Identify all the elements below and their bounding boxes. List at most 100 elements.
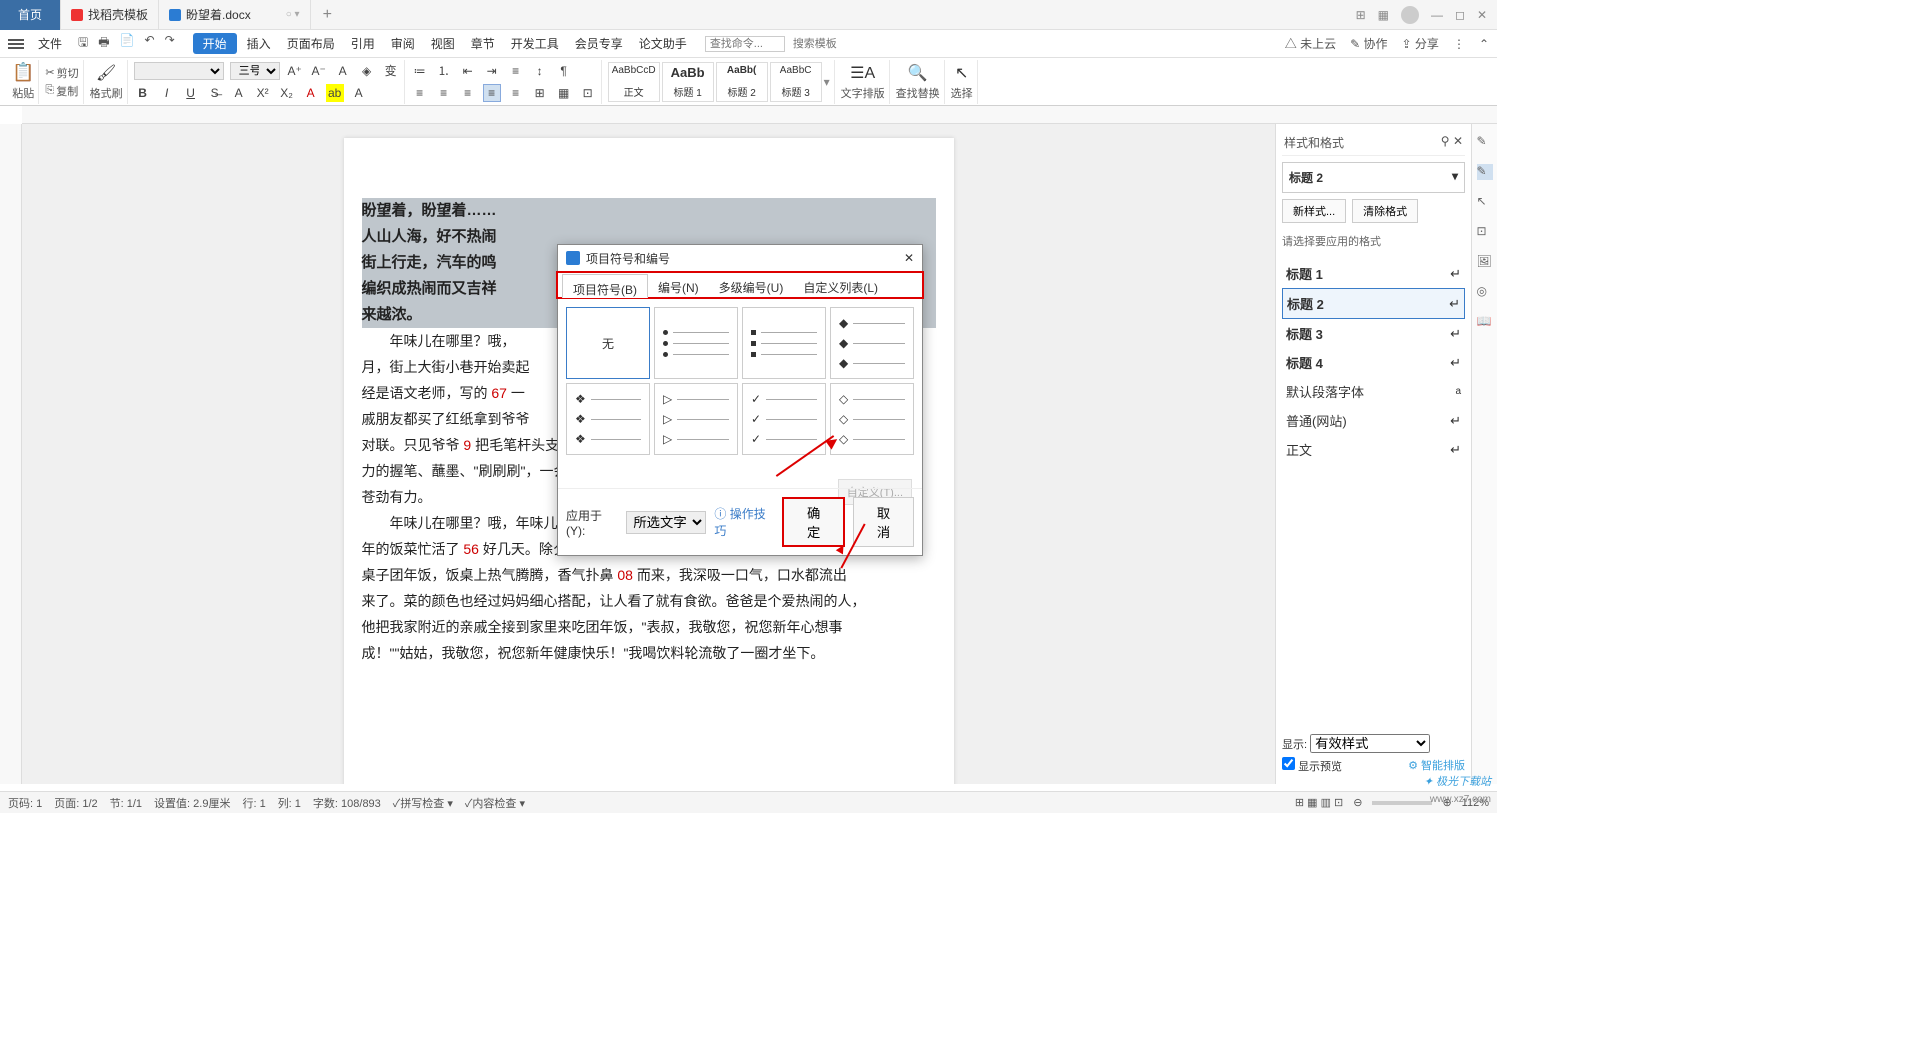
style-item[interactable]: 标题 1↵: [1282, 259, 1465, 288]
align-dist[interactable]: ≡: [507, 84, 525, 102]
char-scale[interactable]: A: [334, 62, 352, 80]
format-painter[interactable]: 格式刷: [90, 85, 123, 101]
status-words[interactable]: 字数: 108/893: [313, 795, 381, 811]
apps-icon[interactable]: ▦: [1378, 8, 1389, 22]
menu-start[interactable]: 开始: [193, 33, 237, 54]
phonetic[interactable]: 变: [382, 62, 400, 80]
dialog-tab-bullets[interactable]: 项目符号(B): [562, 274, 648, 298]
vtool-item[interactable]: ✎: [1477, 164, 1493, 180]
menu-review[interactable]: 审阅: [385, 35, 421, 52]
style-item[interactable]: 标题 4↵: [1282, 348, 1465, 377]
paste-icon[interactable]: 📋: [12, 62, 34, 83]
tab-home[interactable]: 首页: [0, 0, 61, 30]
collab-button[interactable]: ✎ 协作: [1350, 35, 1387, 52]
status-pos[interactable]: 设置值: 2.9厘米: [154, 795, 230, 811]
undo-icon[interactable]: ↶: [145, 33, 155, 54]
bullet-option[interactable]: ◇◇◇: [830, 383, 914, 455]
show-select[interactable]: 有效样式: [1310, 734, 1430, 753]
smart-layout[interactable]: ⚙ 智能排版: [1408, 757, 1465, 774]
shrink-font[interactable]: A⁻: [310, 62, 328, 80]
numbering-button[interactable]: ⒈: [435, 62, 453, 80]
cancel-button[interactable]: 取消: [853, 497, 914, 547]
cloud-status[interactable]: △ 未上云: [1285, 35, 1336, 52]
search-command[interactable]: [705, 36, 785, 52]
clear-format-button[interactable]: 清除格式: [1352, 199, 1418, 223]
copy-button[interactable]: ⎘ 复制: [45, 83, 78, 99]
menu-ref[interactable]: 引用: [345, 35, 381, 52]
style-h2[interactable]: AaBb(标题 2: [716, 62, 768, 102]
bullet-none[interactable]: 无: [566, 307, 650, 379]
vtool-item[interactable]: ◎: [1477, 284, 1493, 300]
tabs-button[interactable]: ⊞: [531, 84, 549, 102]
status-page[interactable]: 页码: 1: [8, 795, 42, 811]
ok-button[interactable]: 确定: [782, 497, 845, 547]
style-item[interactable]: 普通(网站)↵: [1282, 406, 1465, 435]
vtool-item[interactable]: ⊡: [1477, 224, 1493, 240]
minimize-icon[interactable]: —: [1431, 8, 1443, 22]
redo-icon[interactable]: ↷: [165, 33, 175, 54]
sort-button[interactable]: ↕: [531, 62, 549, 80]
align-center[interactable]: ≡: [435, 84, 453, 102]
vtool-item[interactable]: ✎: [1477, 134, 1493, 150]
menu-insert[interactable]: 插入: [241, 35, 277, 52]
menu-member[interactable]: 会员专享: [569, 35, 629, 52]
super-button[interactable]: X²: [254, 84, 272, 102]
ruler-horizontal[interactable]: [22, 106, 1497, 124]
style-normal[interactable]: AaBbCcD正文: [608, 62, 660, 102]
preview-checkbox[interactable]: 显示预览: [1282, 757, 1342, 774]
tips-link[interactable]: ⓘ 操作技巧: [714, 505, 774, 539]
bullet-option[interactable]: [742, 307, 826, 379]
bullet-option[interactable]: ▷▷▷: [654, 383, 738, 455]
zoom-out[interactable]: ⊖: [1353, 796, 1362, 809]
status-col[interactable]: 列: 1: [278, 795, 301, 811]
char-border[interactable]: A: [350, 84, 368, 102]
bullet-option[interactable]: ◆◆◆: [830, 307, 914, 379]
show-marks[interactable]: ¶: [555, 62, 573, 80]
bold-button[interactable]: B: [134, 84, 152, 102]
dialog-close-icon[interactable]: ✕: [904, 251, 914, 265]
paste-button[interactable]: 粘贴: [12, 85, 34, 101]
style-item[interactable]: 默认段落字体a: [1282, 377, 1465, 406]
select-icon[interactable]: ↖: [955, 63, 968, 83]
apply-select[interactable]: 所选文字: [626, 511, 706, 534]
emphasis-button[interactable]: A: [230, 84, 248, 102]
cut-button[interactable]: ✂ 剪切: [45, 65, 78, 81]
menu-chapter[interactable]: 章节: [465, 35, 501, 52]
status-content[interactable]: ✓内容检查 ▾: [465, 795, 525, 811]
share-button[interactable]: ⇪ 分享: [1402, 35, 1439, 52]
align-right[interactable]: ≡: [459, 84, 477, 102]
print-icon[interactable]: 🖶: [98, 33, 109, 54]
hamburger-icon[interactable]: [8, 39, 24, 49]
new-style-button[interactable]: 新样式...: [1282, 199, 1346, 223]
save-icon[interactable]: 🖫: [78, 33, 88, 54]
panel-close-icon[interactable]: ✕: [1453, 134, 1463, 148]
bullets-button[interactable]: ≔: [411, 62, 429, 80]
font-family[interactable]: [134, 62, 224, 80]
current-style[interactable]: 标题 2▾: [1282, 162, 1465, 193]
menu-view[interactable]: 视图: [425, 35, 461, 52]
menu-paper[interactable]: 论文助手: [633, 35, 693, 52]
line-spacing[interactable]: ≡: [507, 62, 525, 80]
search-template[interactable]: [789, 37, 859, 51]
bullet-option[interactable]: ❖❖❖: [566, 383, 650, 455]
pin-icon[interactable]: ⚲: [1441, 134, 1450, 148]
avatar-icon[interactable]: [1401, 6, 1419, 24]
bullet-option[interactable]: [654, 307, 738, 379]
font-size[interactable]: 三号: [230, 62, 280, 80]
dialog-tab-custom[interactable]: 自定义列表(L): [793, 273, 888, 297]
status-pages[interactable]: 页面: 1/2: [54, 795, 97, 811]
textlayout-button[interactable]: 文字排版: [841, 85, 885, 101]
find-button[interactable]: 查找替换: [896, 85, 940, 101]
bullet-option[interactable]: ✓✓✓: [742, 383, 826, 455]
menu-dev[interactable]: 开发工具: [505, 35, 565, 52]
shading-button[interactable]: ▦: [555, 84, 573, 102]
sub-button[interactable]: X₂: [278, 84, 296, 102]
strike-button[interactable]: S̶: [206, 84, 224, 102]
preview-icon[interactable]: 📄: [120, 33, 135, 54]
dialog-tab-multilevel[interactable]: 多级编号(U): [709, 273, 794, 297]
more-icon[interactable]: ⋮: [1453, 37, 1465, 51]
underline-button[interactable]: U: [182, 84, 200, 102]
status-section[interactable]: 节: 1/1: [110, 795, 142, 811]
vtool-item[interactable]: 📖: [1477, 314, 1493, 330]
style-item[interactable]: 标题 3↵: [1282, 319, 1465, 348]
